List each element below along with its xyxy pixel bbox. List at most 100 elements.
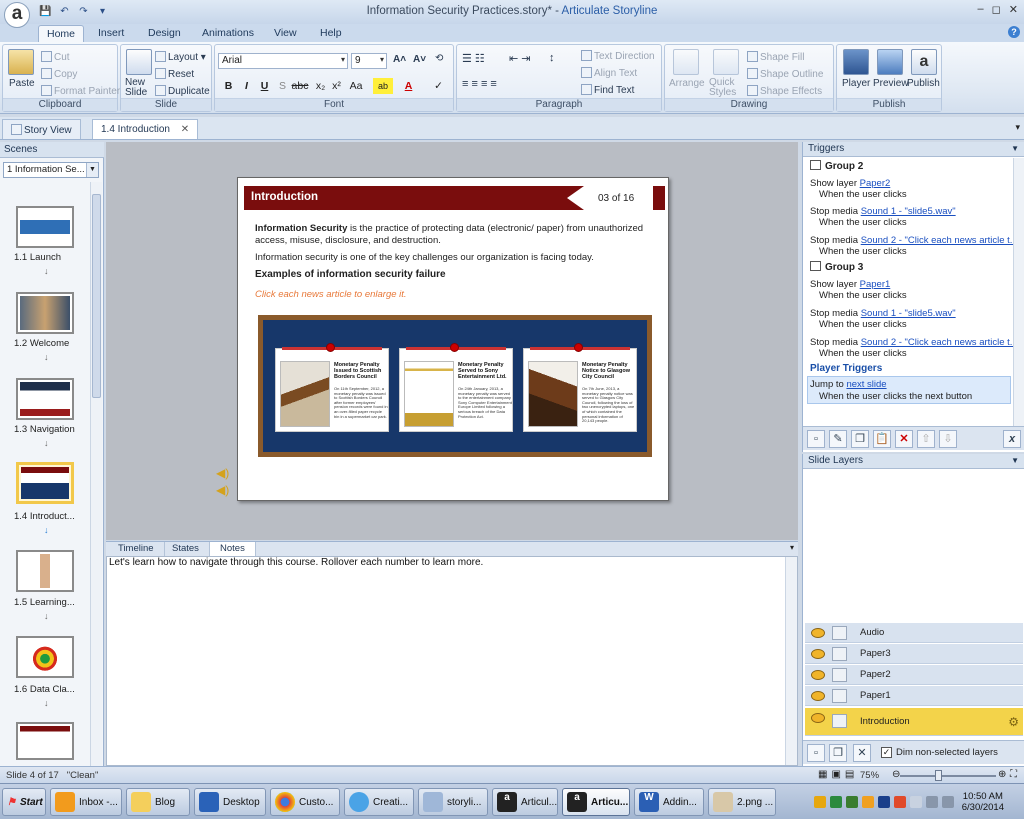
trigger-item[interactable]: Stop media Sound 1 - "slide5.wav" — [810, 206, 956, 217]
italic-button[interactable]: I — [239, 78, 254, 94]
underline-button[interactable]: U — [257, 78, 272, 94]
help-icon[interactable]: ? — [1008, 26, 1020, 38]
publish-button[interactable]: Publish — [907, 78, 940, 89]
eye-icon[interactable] — [811, 628, 825, 638]
clear-format-icon[interactable]: ⟲ — [435, 53, 443, 64]
zoom-in-icon[interactable]: ⊕ — [998, 769, 1006, 780]
trigger-link[interactable]: Sound 2 - "Click each news article t... — [861, 337, 1013, 348]
cut-button[interactable]: Cut — [41, 51, 70, 63]
group-3-heading[interactable]: Group 3 — [810, 261, 863, 273]
articulate-logo-icon[interactable]: a — [4, 2, 30, 28]
preview-button[interactable]: Preview — [873, 78, 909, 89]
indent-icon[interactable]: ⇤ ⇥ — [509, 52, 531, 65]
duplicate-button[interactable]: Duplicate — [155, 85, 210, 97]
taskbar-blog[interactable]: Blog — [126, 788, 190, 816]
tab-home[interactable]: Home — [38, 25, 85, 42]
trigger-item[interactable]: Stop media Sound 2 - "Click each news ar… — [810, 235, 1013, 246]
minimize-button[interactable]: – — [978, 3, 984, 16]
bullets-icon[interactable]: ☰ ☷ — [462, 52, 485, 65]
line-spacing-icon[interactable]: ↕ — [549, 52, 555, 64]
base-layer-row[interactable]: Introduction ⚙ — [805, 708, 1023, 736]
eye-icon[interactable] — [811, 713, 825, 723]
slide-thumbnail-1-5[interactable] — [16, 550, 74, 592]
close-button[interactable]: ✕ — [1009, 3, 1018, 16]
player-button[interactable]: Player — [842, 78, 870, 89]
trigger-link[interactable]: Paper2 — [860, 178, 891, 189]
grow-font-button[interactable]: A˄ — [393, 54, 406, 65]
undo-icon[interactable]: ↶ — [57, 4, 72, 19]
layout-button[interactable]: Layout ▾ — [155, 51, 206, 63]
font-color-button[interactable]: A — [401, 78, 416, 94]
trigger-link[interactable]: Sound 1 - "slide5.wav" — [861, 206, 956, 217]
speaker-icon[interactable]: ◀) — [216, 483, 229, 497]
slide-thumbnail-1-2[interactable] — [16, 292, 74, 334]
align-text-button[interactable]: Align Text — [581, 67, 637, 79]
trigger-item-selected[interactable]: Jump to next slide — [810, 379, 887, 390]
taskbar-articulate-1[interactable]: a Articul... — [492, 788, 558, 816]
maximize-button[interactable]: ◻ — [992, 3, 1001, 16]
customize-toolbar-icon[interactable]: ▾ — [95, 4, 110, 19]
notes-editor[interactable]: Let's learn how to navigate through this… — [106, 556, 798, 766]
scenes-scrollbar[interactable] — [90, 182, 102, 766]
slide-thumbnail-1-3[interactable] — [16, 378, 74, 420]
chevron-down-icon[interactable]: ▼ — [1011, 456, 1019, 465]
redo-icon[interactable]: ↷ — [76, 4, 91, 19]
save-icon[interactable]: 💾 — [38, 4, 53, 19]
eye-icon[interactable] — [811, 649, 825, 659]
notes-scrollbar[interactable] — [785, 557, 797, 765]
superscript-button[interactable]: x² — [329, 78, 344, 94]
paste-trigger-icon[interactable]: 📋 — [873, 430, 891, 448]
delete-layer-icon[interactable]: ✕ — [853, 744, 871, 762]
slide-thumbnail-1-6[interactable] — [16, 636, 74, 678]
tray-icon[interactable] — [845, 796, 858, 808]
taskbar-storyline[interactable]: storyli... — [418, 788, 488, 816]
tab-view[interactable]: View — [266, 25, 305, 42]
tray-icon[interactable] — [861, 796, 874, 808]
bold-button[interactable]: B — [221, 78, 236, 94]
font-size-select[interactable]: 9 ▾ — [351, 53, 387, 69]
trigger-item[interactable]: Show layer Paper1 — [810, 279, 890, 290]
news-card-2[interactable]: Monetary Penalty Served to Sony Entertai… — [399, 343, 513, 432]
align-icons[interactable]: ≡ ≡ ≡ ≡ — [462, 78, 497, 90]
tab-states[interactable]: States — [162, 542, 210, 557]
slide-thumbnail-1-7[interactable] — [16, 722, 74, 760]
speaker-icon[interactable]: ◀) — [216, 466, 229, 480]
text-direction-button[interactable]: Text Direction — [581, 50, 655, 62]
dim-layers-checkbox[interactable]: ✓ — [881, 747, 892, 758]
eye-icon[interactable] — [811, 670, 825, 680]
tab-story-view[interactable]: Story View — [2, 119, 81, 139]
move-up-icon[interactable]: ⇧ — [917, 430, 935, 448]
layer-row[interactable]: Paper3 — [805, 644, 1023, 664]
triggers-scrollbar[interactable] — [1013, 158, 1024, 426]
taskbar-outlook[interactable]: Inbox -... — [50, 788, 122, 816]
notes-text[interactable]: Let's learn how to navigate through this… — [109, 557, 483, 568]
view-buttons-icon[interactable]: ▦▣▤ — [818, 769, 858, 780]
trigger-item[interactable]: Stop media Sound 1 - "slide5.wav" — [810, 308, 956, 319]
flag-icon[interactable] — [909, 796, 922, 808]
click-hint[interactable]: Click each news article to enlarge it. — [255, 289, 655, 301]
subscript-button[interactable]: x₂ — [313, 78, 328, 94]
trigger-link[interactable]: Sound 1 - "slide5.wav" — [861, 308, 956, 319]
layer-row[interactable]: Paper2 — [805, 665, 1023, 685]
close-tab-icon[interactable]: ✕ — [181, 124, 189, 135]
layer-row[interactable]: Paper1 — [805, 686, 1023, 706]
trigger-item[interactable]: Stop media Sound 2 - "Click each news ar… — [810, 337, 1013, 348]
tab-notes[interactable]: Notes — [210, 542, 256, 557]
shrink-font-button[interactable]: A˅ — [413, 54, 426, 65]
shape-outline-button[interactable]: Shape Outline — [747, 68, 823, 80]
tab-design[interactable]: Design — [140, 25, 189, 42]
delete-trigger-icon[interactable]: ✕ — [895, 430, 913, 448]
layer-row[interactable]: Audio — [805, 623, 1023, 643]
tray-icon[interactable] — [813, 796, 826, 808]
volume-icon[interactable] — [941, 796, 954, 808]
reset-button[interactable]: Reset — [155, 68, 194, 80]
arrange-button[interactable]: Arrange — [669, 78, 705, 89]
move-down-icon[interactable]: ⇩ — [939, 430, 957, 448]
trigger-item[interactable]: Show layer Paper2 — [810, 178, 890, 189]
news-card-3[interactable]: Monetary Penalty Notice to Glasgow City … — [523, 343, 637, 432]
group-2-heading[interactable]: Group 2 — [810, 160, 863, 172]
tab-help[interactable]: Help — [312, 25, 350, 42]
new-layer-icon[interactable]: ▫ — [807, 744, 825, 762]
highlight-icon[interactable]: ab — [373, 78, 393, 94]
taskbar-desktop[interactable]: Desktop — [194, 788, 266, 816]
